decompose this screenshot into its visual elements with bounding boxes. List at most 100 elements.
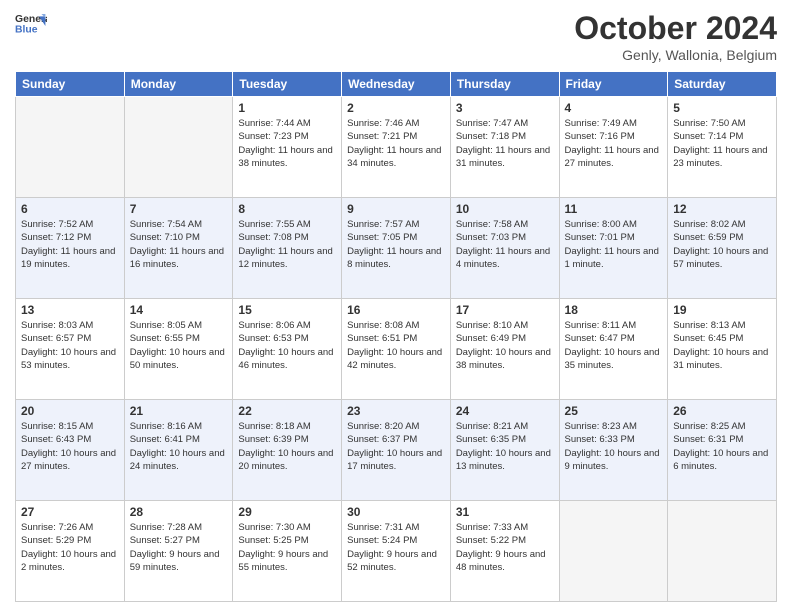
day-number: 6 [21, 202, 119, 216]
day-number: 9 [347, 202, 445, 216]
sunset-text: Sunset: 6:33 PM [565, 434, 635, 445]
sunrise-text: Sunrise: 8:23 AM [565, 421, 637, 432]
daylight-text: Daylight: 11 hours and 27 minutes. [565, 145, 659, 169]
day-number: 23 [347, 404, 445, 418]
empty-cell [124, 97, 233, 198]
week-row-1: 1 Sunrise: 7:44 AMSunset: 7:23 PMDaylight… [16, 97, 777, 198]
sunrise-text: Sunrise: 7:54 AM [130, 219, 202, 230]
sunset-text: Sunset: 5:25 PM [238, 535, 308, 546]
sunrise-text: Sunrise: 7:30 AM [238, 522, 310, 533]
day-header-wednesday: Wednesday [342, 72, 451, 97]
day-number: 8 [238, 202, 336, 216]
day-number: 13 [21, 303, 119, 317]
sunset-text: Sunset: 6:39 PM [238, 434, 308, 445]
day-detail: Sunrise: 7:28 AM Sunset: 5:27 PM Daylight:… [130, 521, 228, 574]
daylight-text: Daylight: 10 hours and 57 minutes. [673, 246, 768, 270]
calendar-table: SundayMondayTuesdayWednesdayThursdayFrid… [15, 71, 777, 602]
day-detail: Sunrise: 7:30 AM Sunset: 5:25 PM Daylight:… [238, 521, 336, 574]
sunset-text: Sunset: 6:55 PM [130, 333, 200, 344]
day-cell-29: 29Sunrise: 7:30 AMSunset: 5:25 PMDayligh… [233, 501, 342, 602]
sunset-text: Sunset: 5:22 PM [456, 535, 526, 546]
sunset-text: Sunset: 7:16 PM [565, 131, 635, 142]
week-row-3: 13Sunrise: 8:03 AMSunset: 6:57 PMDayligh… [16, 299, 777, 400]
empty-cell [668, 501, 777, 602]
day-cell-27: 27Sunrise: 7:26 AMSunset: 5:29 PMDayligh… [16, 501, 125, 602]
sunset-text: Sunset: 6:51 PM [347, 333, 417, 344]
daylight-text: Daylight: 10 hours and 20 minutes. [238, 448, 333, 472]
sunset-text: Sunset: 7:03 PM [456, 232, 526, 243]
day-cell-14: 14Sunrise: 8:05 AMSunset: 6:55 PMDayligh… [124, 299, 233, 400]
sunset-text: Sunset: 6:49 PM [456, 333, 526, 344]
day-detail: Sunrise: 7:44 AMSunset: 7:23 PMDaylight:… [238, 117, 336, 170]
sunrise-text: Sunrise: 7:50 AM [673, 118, 745, 129]
daylight-text: Daylight: 10 hours and 31 minutes. [673, 347, 768, 371]
header: General Blue October 2024 Genly, Walloni… [15, 10, 777, 63]
day-number: 2 [347, 101, 445, 115]
day-number: 19 [673, 303, 771, 317]
sunset-text: Sunset: 6:53 PM [238, 333, 308, 344]
sunset-text: Sunset: 5:29 PM [21, 535, 91, 546]
sunrise-text: Sunrise: 8:00 AM [565, 219, 637, 230]
sunrise-text: Sunrise: 8:21 AM [456, 421, 528, 432]
sunset-text: Sunset: 6:31 PM [673, 434, 743, 445]
day-cell-5: 5 Sunrise: 7:50 AMSunset: 7:14 PMDaylight… [668, 97, 777, 198]
sunrise-text: Sunrise: 8:25 AM [673, 421, 745, 432]
day-cell-2: 2Sunrise: 7:46 AMSunset: 7:21 PMDaylight… [342, 97, 451, 198]
daylight-text: Daylight: 11 hours and 1 minute. [565, 246, 659, 270]
day-number: 22 [238, 404, 336, 418]
day-cell-31: 31Sunrise: 7:33 AMSunset: 5:22 PMDayligh… [450, 501, 559, 602]
daylight-text: Daylight: 9 hours and 55 minutes. [238, 549, 328, 573]
sunrise-text: Sunrise: 7:33 AM [456, 522, 528, 533]
daylight-text: Daylight: 9 hours and 59 minutes. [130, 549, 220, 573]
sunrise-text: Sunrise: 7:55 AM [238, 219, 310, 230]
day-cell-3: 3Sunrise: 7:47 AMSunset: 7:18 PMDaylight… [450, 97, 559, 198]
day-header-saturday: Saturday [668, 72, 777, 97]
title-block: October 2024 Genly, Wallonia, Belgium [574, 10, 777, 63]
day-detail: Sunrise: 8:06 AMSunset: 6:53 PMDaylight:… [238, 319, 336, 372]
sunrise-text: Sunrise: 7:26 AM [21, 522, 93, 533]
daylight-text: Daylight: 10 hours and 50 minutes. [130, 347, 225, 371]
day-detail: Sunrise: 7:33 AMSunset: 5:22 PMDaylight:… [456, 521, 554, 574]
day-number: 15 [238, 303, 336, 317]
daylight-text: Daylight: 11 hours and 12 minutes. [238, 246, 332, 270]
day-cell-22: 22 Sunrise: 8:18 AM Sunset: 6:39 PM Dayligh… [233, 400, 342, 501]
sunrise-text: Sunrise: 8:05 AM [130, 320, 202, 331]
daylight-text: Daylight: 11 hours and 16 minutes. [130, 246, 224, 270]
sunrise-text: Sunrise: 7:52 AM [21, 219, 93, 230]
day-cell-13: 13Sunrise: 8:03 AMSunset: 6:57 PMDayligh… [16, 299, 125, 400]
sunrise-text: Sunrise: 7:46 AM [347, 118, 419, 129]
sunset-text: Sunset: 6:35 PM [456, 434, 526, 445]
daylight-text: Daylight: 11 hours and 23 minutes. [673, 145, 767, 169]
day-detail: Sunrise: 8:08 AMSunset: 6:51 PMDaylight:… [347, 319, 445, 372]
sunrise-text: Sunrise: 7:31 AM [347, 522, 419, 533]
sunrise-text: Sunrise: 8:08 AM [347, 320, 419, 331]
day-number: 25 [565, 404, 663, 418]
logo-icon: General Blue [15, 10, 47, 38]
sunrise-text: Sunrise: 7:49 AM [565, 118, 637, 129]
logo: General Blue [15, 10, 47, 38]
day-cell-30: 30Sunrise: 7:31 AMSunset: 5:24 PMDayligh… [342, 501, 451, 602]
day-number: 27 [21, 505, 119, 519]
day-number: 1 [238, 101, 336, 115]
week-row-5: 27 Sunrise: 7:26 AM Sunset: 5:29 PM Dayligh… [16, 501, 777, 602]
day-number: 5 [673, 101, 771, 115]
sunset-text: Sunset: 5:27 PM [130, 535, 200, 546]
sunrise-text: Sunrise: 8:15 AM [21, 421, 93, 432]
sunrise-text: Sunrise: 7:28 AM [130, 522, 202, 533]
day-detail: Sunrise: 8:23 AMSunset: 6:33 PMDaylight:… [565, 420, 663, 473]
day-cell-8: 8Sunrise: 7:55 AMSunset: 7:08 PMDaylight… [233, 198, 342, 299]
empty-cell [559, 501, 668, 602]
day-number: 28 [130, 505, 228, 519]
day-cell-26: 26Sunrise: 8:25 AMSunset: 6:31 PMDayligh… [668, 400, 777, 501]
day-number: 24 [456, 404, 554, 418]
day-detail: Sunrise: 7:50 AMSunset: 7:14 PMDaylight:… [673, 117, 771, 170]
day-detail: Sunrise: 8:20 AMSunset: 6:37 PMDaylight:… [347, 420, 445, 473]
day-cell-10: 10Sunrise: 7:58 AMSunset: 7:03 PMDayligh… [450, 198, 559, 299]
day-number: 16 [347, 303, 445, 317]
sunrise-text: Sunrise: 8:18 AM [238, 421, 310, 432]
page: General Blue October 2024 Genly, Walloni… [0, 0, 792, 612]
sunset-text: Sunset: 7:23 PM [238, 131, 308, 142]
day-number: 21 [130, 404, 228, 418]
sunset-text: Sunset: 7:21 PM [347, 131, 417, 142]
sunset-text: Sunset: 6:57 PM [21, 333, 91, 344]
